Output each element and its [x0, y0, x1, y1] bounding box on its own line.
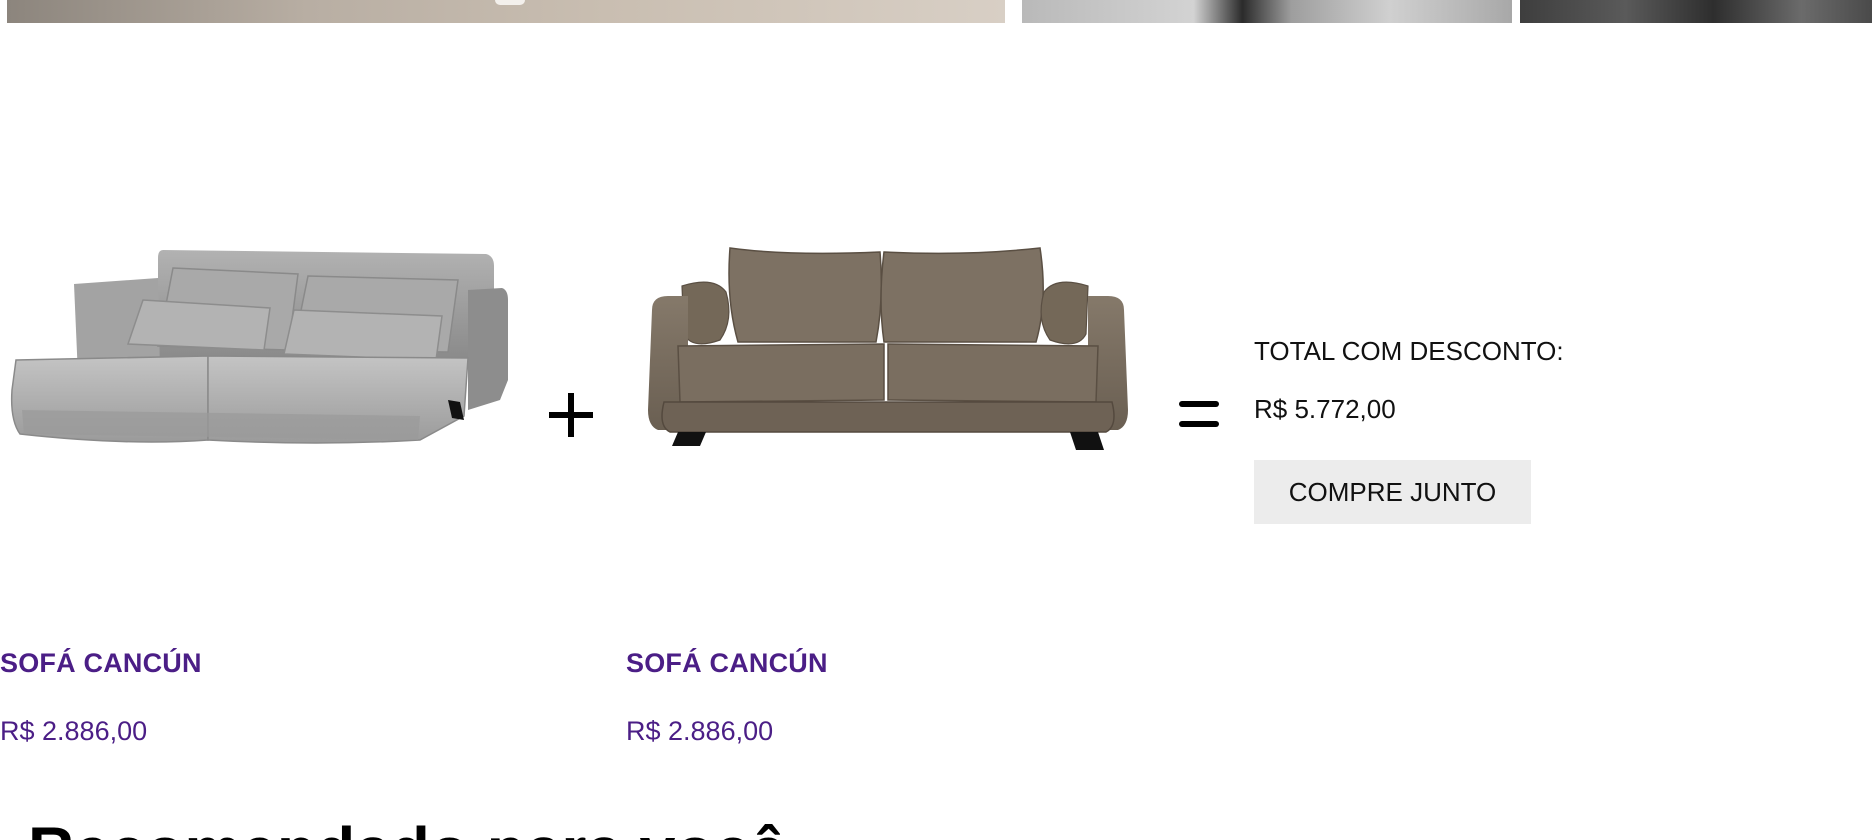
product-image-1[interactable] [8, 240, 508, 455]
gallery-image-right[interactable] [1520, 0, 1872, 23]
gallery-image-middle[interactable] [1022, 0, 1512, 23]
section-heading: Recomendado para você [28, 818, 786, 840]
plus-icon [549, 393, 593, 437]
product-price-2: R$ 2.886,00 [626, 716, 774, 746]
product-price-1: R$ 2.886,00 [0, 716, 148, 746]
buy-together-button[interactable]: COMPRE JUNTO [1254, 460, 1531, 524]
total-discount-label: TOTAL COM DESCONTO: [1254, 336, 1564, 366]
equals-icon [1179, 401, 1219, 427]
product-name-1[interactable]: SOFÁ CANCÚN [0, 648, 202, 679]
total-price: R$ 5.772,00 [1254, 394, 1396, 424]
gallery-strip [0, 0, 1872, 23]
product-name-2[interactable]: SOFÁ CANCÚN [626, 648, 828, 679]
gallery-image-left[interactable] [7, 0, 1005, 23]
product-image-2[interactable] [648, 240, 1128, 455]
page: TOTAL COM DESCONTO: R$ 5.772,00 COMPRE J… [0, 0, 1872, 840]
